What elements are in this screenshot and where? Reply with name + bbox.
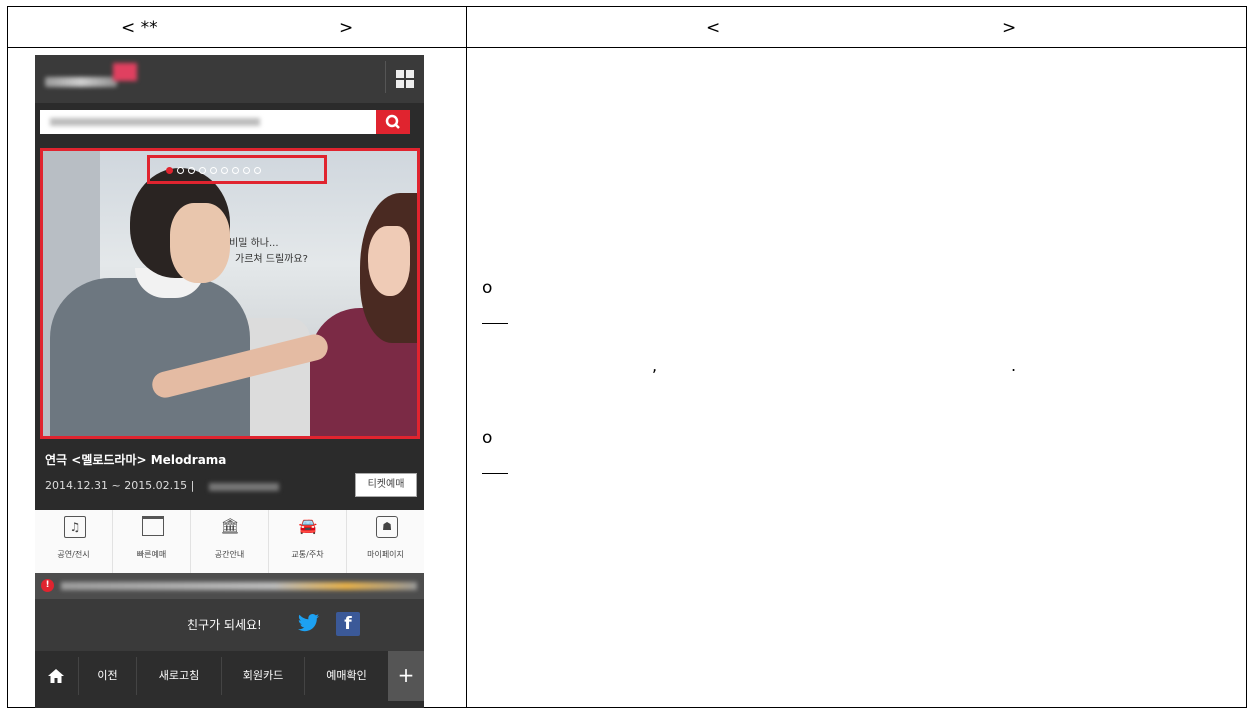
- quick-menu: ♫ 공연/전시 빠른예매 🏛 공간안내 🚘 교통/주차 ☗ 마이페이지: [35, 510, 424, 573]
- comma-mark: ,: [652, 356, 658, 375]
- music-note-icon: ♫: [64, 516, 86, 538]
- top-bar: [35, 55, 424, 103]
- header-divider: [8, 47, 1246, 48]
- member-card-button[interactable]: 회원카드: [222, 651, 304, 701]
- mobile-screenshot: 비밀 하나... 가르쳐 드릴까요? 연극 <멜로드라마> Melodrama …: [35, 55, 424, 708]
- menu-label: 마이페이지: [367, 550, 404, 559]
- menu-item-quick-booking[interactable]: 빠른예매: [113, 510, 190, 573]
- indicator-highlight-box: [147, 155, 327, 184]
- notice-text-blurred: [61, 582, 417, 590]
- right-header-open: <: [706, 18, 721, 38]
- show-title: 연극 <멜로드라마> Melodrama: [45, 453, 227, 467]
- search-button[interactable]: [376, 110, 410, 134]
- menu-label: 공간안내: [214, 550, 245, 559]
- social-bar: 친구가 되세요! f: [35, 599, 424, 651]
- left-header-close: >: [339, 18, 354, 38]
- menu-item-mypage[interactable]: ☗ 마이페이지: [347, 510, 424, 573]
- booking-check-button[interactable]: 예매확인: [305, 651, 388, 701]
- menu-item-performance[interactable]: ♫ 공연/전시: [35, 510, 112, 573]
- prev-button[interactable]: 이전: [79, 651, 136, 701]
- blurred-logo: [45, 77, 117, 87]
- right-header-close: >: [1002, 18, 1017, 38]
- user-card-icon: ☗: [376, 516, 398, 538]
- menu-label: 공연/전시: [57, 550, 90, 559]
- social-text: 친구가 되세요!: [187, 618, 262, 632]
- menu-label: 교통/주차: [291, 550, 324, 559]
- plus-button[interactable]: +: [388, 651, 424, 701]
- alert-icon: !: [41, 579, 54, 592]
- notice-ticker[interactable]: !: [35, 573, 424, 599]
- period-mark: .: [1011, 356, 1017, 375]
- column-divider: [466, 7, 467, 707]
- dash-2: [482, 473, 508, 474]
- show-dates: 2014.12.31 ~ 2015.02.15 |: [45, 479, 195, 492]
- building-icon: 🏛: [220, 517, 240, 535]
- bullet-1: o: [482, 278, 493, 298]
- grid-menu-icon[interactable]: [385, 61, 418, 93]
- menu-item-space-guide[interactable]: 🏛 공간안내: [191, 510, 268, 573]
- menu-item-transport[interactable]: 🚘 교통/주차: [269, 510, 346, 573]
- search-placeholder-blurred: [50, 118, 260, 126]
- venue-blurred: [209, 483, 279, 491]
- home-icon[interactable]: [47, 667, 65, 685]
- twitter-icon[interactable]: [298, 614, 320, 632]
- facebook-icon[interactable]: f: [336, 612, 360, 636]
- refresh-button[interactable]: 새로고침: [137, 651, 221, 701]
- search-input[interactable]: [40, 110, 376, 134]
- menu-label: 빠른예매: [136, 550, 167, 559]
- highlight-frame: [40, 148, 420, 439]
- ticket-icon: [142, 516, 164, 536]
- logo-mark: [113, 63, 137, 81]
- dash-1: [482, 323, 508, 324]
- bullet-2: o: [482, 428, 493, 448]
- car-icon: 🚘: [298, 517, 318, 535]
- left-header-open: < **: [121, 18, 158, 38]
- search-icon: [385, 114, 400, 129]
- bottom-navigation: 이전 새로고침 회원카드 예매확인 +: [35, 651, 424, 708]
- ticket-button[interactable]: 티켓예매: [355, 473, 417, 497]
